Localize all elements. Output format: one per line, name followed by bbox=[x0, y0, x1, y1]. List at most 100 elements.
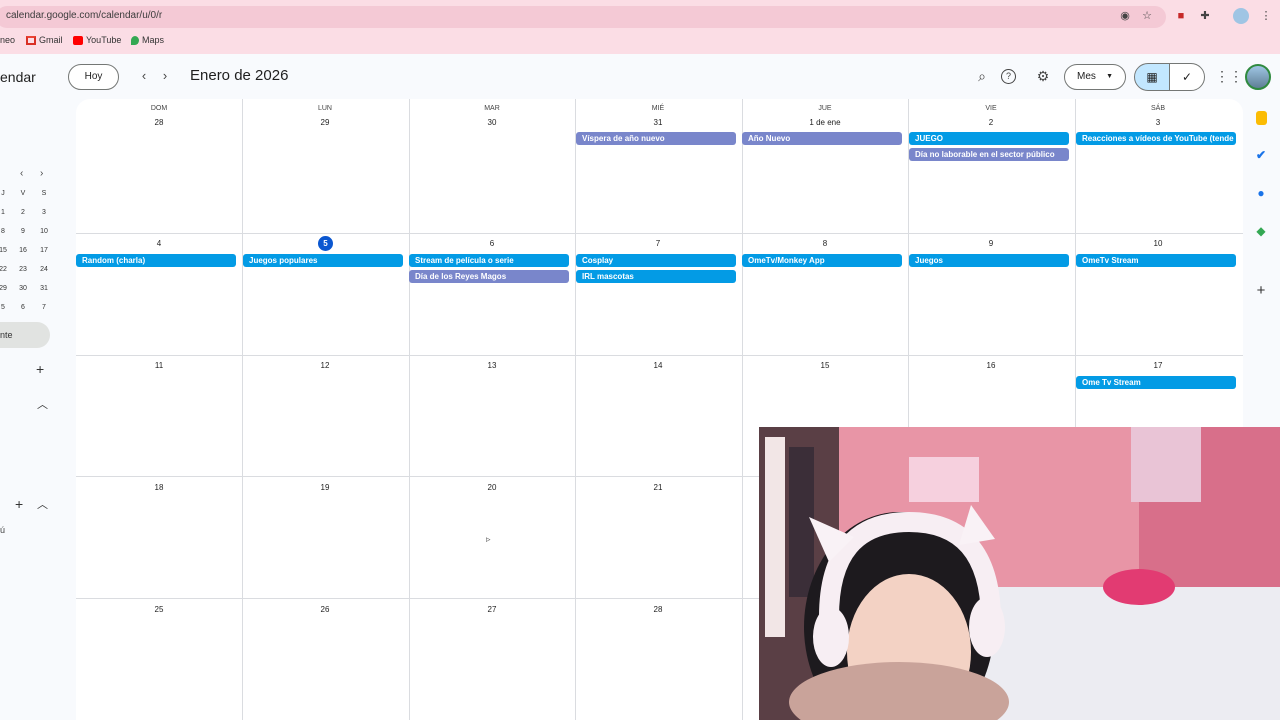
address-bar[interactable] bbox=[0, 6, 1166, 28]
mini-day[interactable]: 9 bbox=[15, 228, 31, 235]
day-number[interactable]: 8 bbox=[742, 239, 908, 248]
day-number[interactable]: 28 bbox=[575, 605, 741, 614]
mini-day[interactable]: 8 bbox=[0, 228, 11, 235]
day-number[interactable]: 26 bbox=[242, 605, 408, 614]
add-icon[interactable]: + bbox=[15, 496, 23, 512]
grid-divider bbox=[76, 355, 1243, 356]
day-number[interactable]: 19 bbox=[242, 483, 408, 492]
extension-icon[interactable]: ■ bbox=[1173, 8, 1189, 24]
day-number[interactable]: 11 bbox=[76, 361, 242, 370]
event-chip[interactable]: Día de los Reyes Magos bbox=[409, 270, 569, 283]
address-bar-url[interactable]: calendar.google.com/calendar/u/0/r bbox=[6, 10, 162, 21]
day-number[interactable]: 25 bbox=[76, 605, 242, 614]
day-number[interactable]: 9 bbox=[908, 239, 1074, 248]
event-chip[interactable]: Random (charla) bbox=[76, 254, 236, 267]
mini-day[interactable]: 10 bbox=[36, 228, 52, 235]
mini-day[interactable]: 7 bbox=[36, 304, 52, 311]
mini-day[interactable]: 30 bbox=[15, 285, 31, 292]
chevron-left-icon[interactable]: ‹ bbox=[136, 68, 152, 84]
day-number[interactable]: 14 bbox=[575, 361, 741, 370]
apps-grid-icon[interactable]: ⋮⋮ bbox=[1215, 66, 1243, 86]
day-number[interactable]: 3 bbox=[1075, 118, 1241, 127]
today-button[interactable]: Hoy bbox=[68, 64, 119, 90]
bookmark-maps[interactable]: Maps bbox=[131, 35, 164, 45]
keep-icon[interactable] bbox=[1256, 111, 1267, 125]
day-number[interactable]: 20 bbox=[409, 483, 575, 492]
event-chip[interactable]: OmeTv/Monkey App bbox=[742, 254, 902, 267]
event-chip[interactable]: IRL mascotas bbox=[576, 270, 736, 283]
event-chip[interactable]: OmeTv Stream bbox=[1076, 254, 1236, 267]
month-title: Enero de 2026 bbox=[190, 67, 289, 84]
mini-day[interactable]: 16 bbox=[15, 247, 31, 254]
add-icon[interactable]: + bbox=[1254, 283, 1268, 298]
mini-prev-icon[interactable]: ‹ bbox=[20, 168, 23, 179]
bookmark-gmail[interactable]: Gmail bbox=[26, 35, 63, 45]
event-chip[interactable]: JUEGO bbox=[909, 132, 1069, 145]
contacts-icon[interactable]: ● bbox=[1254, 186, 1268, 200]
today-marker[interactable]: 5 bbox=[318, 236, 333, 251]
mini-day[interactable]: 3 bbox=[36, 209, 52, 216]
day-number[interactable]: 27 bbox=[409, 605, 575, 614]
day-number[interactable]: 7 bbox=[575, 239, 741, 248]
day-number[interactable]: 10 bbox=[1075, 239, 1241, 248]
event-chip[interactable]: Juegos bbox=[909, 254, 1069, 267]
day-number[interactable]: 30 bbox=[409, 118, 575, 127]
event-chip[interactable]: Ome Tv Stream bbox=[1076, 376, 1236, 389]
day-number[interactable]: 12 bbox=[242, 361, 408, 370]
calendar-view-toggle[interactable]: ▦ bbox=[1134, 63, 1170, 91]
bookmark-item[interactable]: neo bbox=[0, 35, 15, 45]
bookmark-youtube[interactable]: YouTube bbox=[73, 35, 121, 45]
chevron-right-icon[interactable]: › bbox=[157, 68, 173, 84]
mini-day[interactable]: 6 bbox=[15, 304, 31, 311]
mini-day[interactable]: 5 bbox=[0, 304, 11, 311]
maps-icon[interactable]: ◆ bbox=[1254, 224, 1268, 238]
mini-day[interactable]: 2 bbox=[15, 209, 31, 216]
puzzle-icon[interactable]: ✚ bbox=[1197, 8, 1213, 24]
menu-icon[interactable]: ⋮ bbox=[1258, 8, 1274, 24]
day-number[interactable]: 2 bbox=[908, 118, 1074, 127]
eye-icon[interactable]: ◉ bbox=[1117, 8, 1133, 24]
mini-day[interactable]: 15 bbox=[0, 247, 11, 254]
star-icon[interactable]: ☆ bbox=[1139, 8, 1155, 24]
profile-icon[interactable] bbox=[1233, 8, 1249, 24]
mini-day[interactable]: 31 bbox=[36, 285, 52, 292]
event-chip[interactable]: Año Nuevo bbox=[742, 132, 902, 145]
mini-day[interactable]: 1 bbox=[0, 209, 11, 216]
event-chip[interactable]: Víspera de año nuevo bbox=[576, 132, 736, 145]
view-select-label: Mes bbox=[1077, 71, 1096, 82]
day-number[interactable]: 18 bbox=[76, 483, 242, 492]
event-chip[interactable]: Stream de película o serie bbox=[409, 254, 569, 267]
mini-day[interactable]: 29 bbox=[0, 285, 11, 292]
event-chip[interactable]: Reacciones a vídeos de YouTube (tende bbox=[1076, 132, 1236, 145]
chevron-up-icon[interactable]: ︿ bbox=[37, 496, 48, 512]
day-number[interactable]: 29 bbox=[242, 118, 408, 127]
mini-day[interactable]: 17 bbox=[36, 247, 52, 254]
gear-icon[interactable]: ⚙ bbox=[1033, 66, 1053, 86]
mini-day[interactable]: 24 bbox=[36, 266, 52, 273]
day-number[interactable]: 28 bbox=[76, 118, 242, 127]
day-number[interactable]: 17 bbox=[1075, 361, 1241, 370]
help-icon[interactable]: ? bbox=[1001, 69, 1016, 84]
event-chip[interactable]: Juegos populares bbox=[243, 254, 403, 267]
add-icon[interactable]: + bbox=[36, 361, 44, 377]
mini-day[interactable]: 23 bbox=[15, 266, 31, 273]
tasks-icon[interactable]: ✔ bbox=[1254, 148, 1268, 162]
day-number[interactable]: 16 bbox=[908, 361, 1074, 370]
day-number[interactable]: 31 bbox=[575, 118, 741, 127]
sidebar-pill[interactable]: nte bbox=[0, 322, 50, 348]
day-number[interactable]: 6 bbox=[409, 239, 575, 248]
tasks-view-toggle[interactable]: ✓ bbox=[1169, 63, 1205, 91]
event-chip[interactable]: Día no laborable en el sector público bbox=[909, 148, 1069, 161]
mini-day[interactable]: 22 bbox=[0, 266, 11, 273]
day-number[interactable]: 4 bbox=[76, 239, 242, 248]
event-chip[interactable]: Cosplay bbox=[576, 254, 736, 267]
mini-next-icon[interactable]: › bbox=[40, 168, 43, 179]
chevron-up-icon[interactable]: ︿ bbox=[37, 396, 48, 412]
day-number[interactable]: 13 bbox=[409, 361, 575, 370]
avatar[interactable] bbox=[1245, 64, 1271, 90]
search-icon[interactable]: ⌕ bbox=[972, 66, 992, 86]
day-number[interactable]: 1 de ene bbox=[742, 118, 908, 127]
day-number[interactable]: 21 bbox=[575, 483, 741, 492]
day-number[interactable]: 15 bbox=[742, 361, 908, 370]
view-select[interactable]: Mes ▼ bbox=[1064, 64, 1126, 90]
